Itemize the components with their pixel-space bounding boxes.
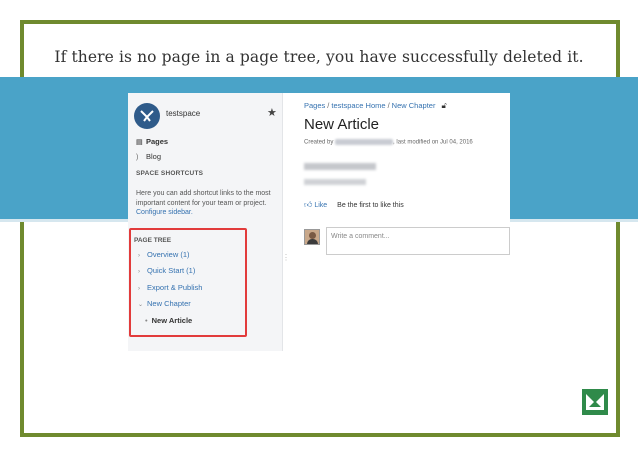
tree-item-current-page[interactable]: • New Article <box>145 316 192 325</box>
space-shortcuts-heading: SPACE SHORTCUTS <box>136 170 204 177</box>
star-icon[interactable]: ★ <box>267 106 277 119</box>
page-content: Pages / testspace Home / New Chapter 🔓︎ New A… <box>302 93 510 351</box>
tree-item-label: Export & Publish <box>147 283 203 292</box>
like-button[interactable]: 👍︎ Like <box>304 200 328 209</box>
byline-suffix: , last modified on Jul 04, 2016 <box>393 139 473 146</box>
sidebar-item-pages[interactable]: ▤ Pages <box>136 137 168 146</box>
tree-item-export-publish[interactable]: › Export & Publish <box>138 283 202 292</box>
breadcrumb-separator: / <box>327 101 330 110</box>
body-text-redacted <box>304 179 366 185</box>
chevron-right-icon[interactable]: › <box>138 269 147 275</box>
sidebar-resize-handle[interactable]: ⋮ <box>282 253 290 265</box>
unlock-icon[interactable]: 🔓︎ <box>441 101 446 111</box>
tree-item-new-chapter[interactable]: ⌄ New Chapter <box>138 299 191 308</box>
tree-item-quick-start[interactable]: › Quick Start (1) <box>138 266 195 275</box>
avatar <box>304 229 320 245</box>
sidebar-item-label: Pages <box>146 137 169 146</box>
chevron-down-icon[interactable]: ⌄ <box>138 301 147 308</box>
thumbs-up-icon: 👍︎ <box>304 200 313 209</box>
tree-item-label: New Article <box>151 316 193 325</box>
sidebar-item-label: Blog <box>146 152 162 161</box>
chevron-right-icon[interactable]: › <box>138 286 147 292</box>
breadcrumb: Pages / testspace Home / New Chapter 🔓︎ <box>304 101 447 111</box>
brand-logo-icon <box>582 389 608 415</box>
tree-item-overview[interactable]: › Overview (1) <box>138 250 190 259</box>
author-name-redacted <box>335 139 394 145</box>
space-shortcuts-text: Here you can add shortcut links to the m… <box>136 189 276 218</box>
tree-item-label: Overview (1) <box>147 250 190 259</box>
slide-caption: If there is no page in a page tree, you … <box>54 48 584 66</box>
pages-icon: ▤ <box>136 139 143 146</box>
rss-icon: ) <box>136 154 139 161</box>
breadcrumb-separator: / <box>387 101 390 110</box>
chevron-right-icon[interactable]: › <box>138 253 147 259</box>
like-row: 👍︎ Like Be the first to like this <box>304 200 404 210</box>
page-tree-heading: PAGE TREE <box>134 237 172 244</box>
breadcrumb-space-home[interactable]: testspace Home <box>331 101 385 110</box>
like-summary: Be the first to like this <box>337 202 404 209</box>
breadcrumb-pages[interactable]: Pages <box>304 101 325 110</box>
byline-prefix: Created by <box>304 139 334 146</box>
page-title: New Article <box>304 116 380 133</box>
tree-item-label: New Chapter <box>147 299 191 308</box>
comment-input[interactable]: Write a comment... <box>326 227 510 255</box>
bullet-icon: • <box>145 316 148 325</box>
like-label: Like <box>314 202 328 209</box>
space-sidebar: testspace ★ ▤ Pages ) Blog SPACE SHORTCUTS… <box>128 93 283 351</box>
breadcrumb-new-chapter[interactable]: New Chapter <box>392 101 436 110</box>
tree-item-label: Quick Start (1) <box>147 266 196 275</box>
sidebar-item-blog[interactable]: ) Blog <box>136 152 161 161</box>
shortcuts-description: Here you can add shortcut links to the m… <box>136 190 271 207</box>
body-text-redacted <box>304 163 376 170</box>
page-byline: Created by , last modified on Jul 04, 20… <box>304 139 473 146</box>
configure-sidebar-link[interactable]: Configure sidebar. <box>136 209 193 216</box>
space-logo-icon[interactable] <box>134 103 160 129</box>
space-name[interactable]: testspace <box>166 109 200 118</box>
confluence-screenshot: testspace ★ ▤ Pages ) Blog SPACE SHORTCUTS… <box>128 93 510 351</box>
